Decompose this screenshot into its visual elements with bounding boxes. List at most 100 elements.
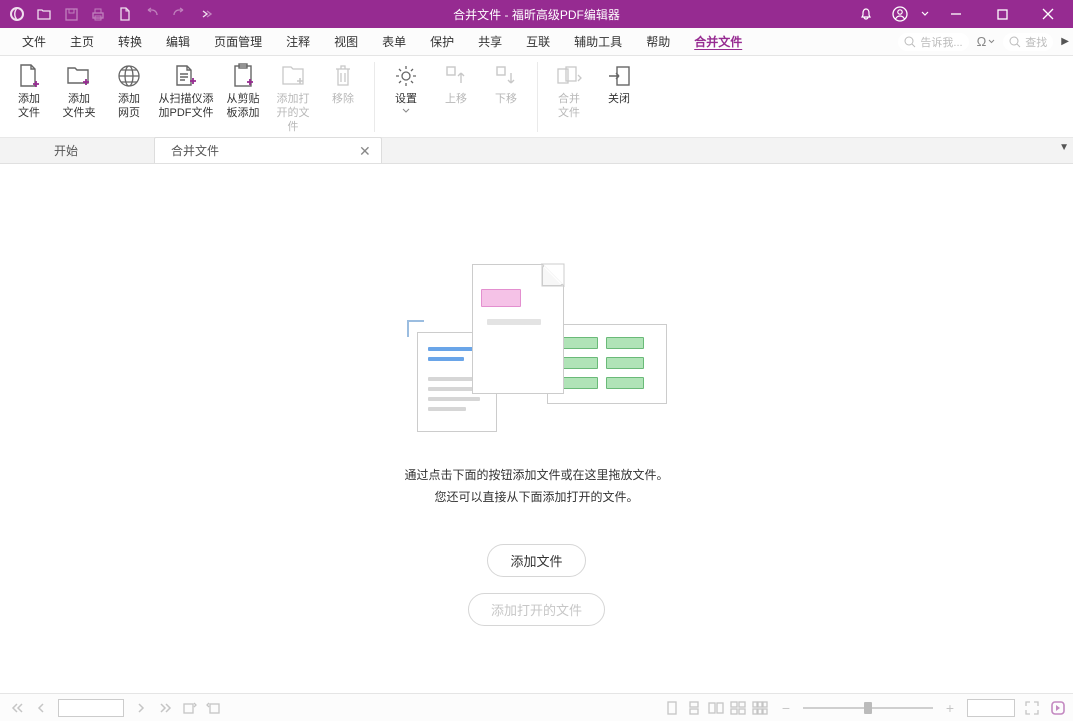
ribbon-label: 添加 网页 [118,92,140,120]
tab-overflow-icon[interactable]: ▼ [1059,142,1069,153]
ribbon-move-down[interactable]: 下移 [485,60,527,106]
ribbon-combine[interactable]: 合并 文件 [548,60,590,120]
ribbon-label: 上移 [445,92,467,106]
open-icon[interactable] [31,0,57,28]
close-button[interactable] [1025,0,1071,28]
ribbon-close[interactable]: 关闭 [598,60,640,106]
menu-file[interactable]: 文件 [10,29,58,54]
menu-connect[interactable]: 互联 [514,29,562,54]
rotate-right-icon[interactable] [204,699,222,717]
logo-icon[interactable] [4,0,30,28]
rotate-left-icon[interactable] [180,699,198,717]
ribbon-from-clipboard[interactable]: 从剪贴 板添加 [222,60,264,120]
zoom-out-icon[interactable]: − [777,699,795,717]
menu-share[interactable]: 共享 [466,29,514,54]
tab-strip: 开始 合并文件 ✕ ▼ [0,138,1073,164]
layout-mode-group [663,699,769,717]
menu-view[interactable]: 视图 [322,29,370,54]
zoom-input[interactable] [967,699,1015,717]
ribbon-add-file[interactable]: 添加 文件 [8,60,50,120]
omega-dropdown[interactable]: Ω [977,34,996,49]
ribbon-label: 添加打 开的文件 [272,92,314,134]
ribbon-add-folder[interactable]: 添加 文件夹 [58,60,100,120]
zoom-slider[interactable] [803,707,933,709]
layout-cont-icon[interactable] [685,699,703,717]
tab-combine[interactable]: 合并文件 ✕ [154,137,382,163]
ribbon-label: 从剪贴 板添加 [227,92,260,120]
tell-me-placeholder: 告诉我... [920,34,962,50]
separator [537,62,538,132]
maximize-button[interactable] [979,0,1025,28]
trash-icon [329,62,357,90]
minimize-button[interactable] [933,0,979,28]
first-page-icon[interactable] [8,699,26,717]
tell-me-input[interactable]: 告诉我... [898,33,968,51]
ribbon-add-open-files[interactable]: 添加打 开的文件 [272,60,314,134]
add-open-files-button[interactable]: 添加打开的文件 [468,593,605,626]
save-icon[interactable] [58,0,84,28]
empty-illustration [407,264,667,444]
close-door-icon [605,62,633,90]
combine-icon [555,62,583,90]
add-folder-icon [65,62,93,90]
layout-multi-icon[interactable] [751,699,769,717]
menu-bar: 文件 主页 转换 编辑 页面管理 注释 视图 表单 保护 共享 互联 辅助工具 … [0,28,1073,56]
undo-icon[interactable] [139,0,165,28]
add-file-icon [15,62,43,90]
menu-edit[interactable]: 编辑 [154,29,202,54]
menu-annotate[interactable]: 注释 [274,29,322,54]
fullscreen-icon[interactable] [1023,699,1041,717]
ribbon-label: 设置 [395,92,417,106]
layout-facing2-icon[interactable] [729,699,747,717]
tab-start[interactable]: 开始 [38,138,94,163]
main-content: 通过点击下面的按钮添加文件或在这里拖放文件。 您还可以直接从下面添加打开的文件。… [0,164,1073,693]
move-up-icon [442,62,470,90]
empty-message-1: 通过点击下面的按钮添加文件或在这里拖放文件。 [404,464,668,486]
next-page-icon[interactable] [132,699,150,717]
gear-icon [392,62,420,90]
redo-icon[interactable] [166,0,192,28]
empty-message-2: 您还可以直接从下面添加打开的文件。 [434,486,638,508]
ribbon-add-web[interactable]: 添加 网页 [108,60,150,120]
ribbon-label: 添加 文件 [18,92,40,120]
menu-convert[interactable]: 转换 [106,29,154,54]
window-title: 合并文件 - 福昕高级PDF编辑器 [453,6,620,23]
more-icon[interactable] [193,0,219,28]
add-files-button[interactable]: 添加文件 [487,544,585,577]
tab-label: 开始 [54,144,78,158]
zoom-in-icon[interactable]: + [941,699,959,717]
ribbon-label: 移除 [332,92,354,106]
ribbon: 添加 文件 添加 文件夹 添加 网页 从扫描仪添 加PDF文件 从剪贴 板添加 … [0,56,1073,138]
tab-close-icon[interactable]: ✕ [359,145,371,157]
menu-assist[interactable]: 辅助工具 [562,29,634,54]
ribbon-move-up[interactable]: 上移 [435,60,477,106]
ribbon-remove[interactable]: 移除 [322,60,364,106]
prev-page-icon[interactable] [32,699,50,717]
page-input[interactable] [58,699,124,717]
ribbon-settings[interactable]: 设置 [385,60,427,113]
menu-pagemgmt[interactable]: 页面管理 [202,29,274,54]
tab-label: 合并文件 [171,142,219,159]
menu-combine[interactable]: 合并文件 [682,29,754,54]
menu-help[interactable]: 帮助 [634,29,682,54]
separator [374,62,375,132]
find-input[interactable]: 查找 [1003,33,1053,51]
layout-single-icon[interactable] [663,699,681,717]
new-doc-icon[interactable] [112,0,138,28]
user-dropdown-icon[interactable] [917,0,933,28]
menu-scroll-right[interactable]: ▶ [1061,36,1069,47]
clipboard-icon [229,62,257,90]
layout-facing-icon[interactable] [707,699,725,717]
menu-home[interactable]: 主页 [58,29,106,54]
last-page-icon[interactable] [156,699,174,717]
menu-form[interactable]: 表单 [370,29,418,54]
find-placeholder: 查找 [1025,34,1047,50]
menu-protect[interactable]: 保护 [418,29,466,54]
reflow-icon[interactable] [1049,699,1067,717]
bell-icon[interactable] [849,0,883,28]
ribbon-from-scanner[interactable]: 从扫描仪添 加PDF文件 [158,60,214,120]
print-icon[interactable] [85,0,111,28]
ribbon-label: 下移 [495,92,517,106]
user-icon[interactable] [883,0,917,28]
move-down-icon [492,62,520,90]
